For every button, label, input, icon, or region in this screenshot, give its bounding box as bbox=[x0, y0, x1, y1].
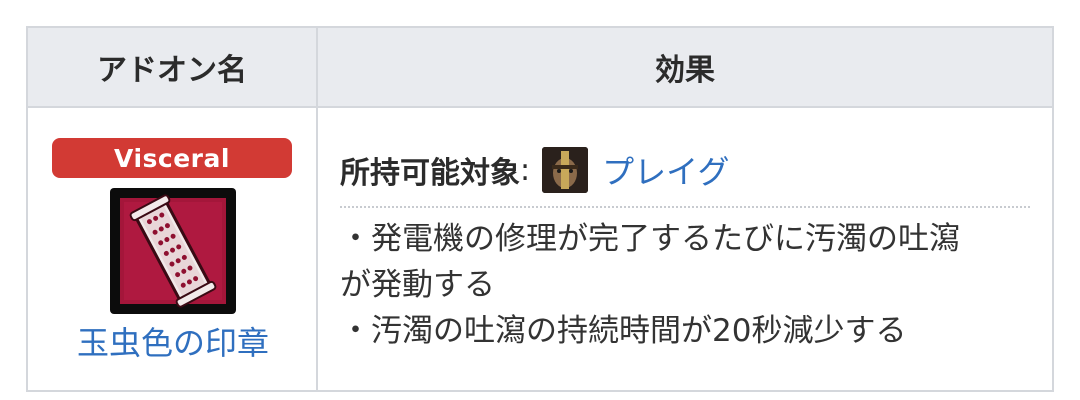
effect-line: ・発電機の修理が完了するたびに汚濁の吐瀉 bbox=[340, 221, 960, 257]
addon-name-cell: Visceral 玉虫色の印章 bbox=[28, 108, 318, 390]
header-effect: 効果 bbox=[318, 28, 1052, 108]
plague-portrait-icon[interactable] bbox=[542, 147, 589, 193]
effects-list: ・発電機の修理が完了するたびに汚濁の吐瀉 が発動する ・汚濁の吐瀉の持続時間が2… bbox=[340, 216, 1030, 354]
rarity-badge: Visceral bbox=[52, 138, 292, 178]
portrait-graphic bbox=[542, 147, 589, 193]
effect-line: が発動する bbox=[340, 267, 495, 303]
effect-cell: 所持可能対象 : プレイグ ・発電機の修理が完了するたびに汚濁の吐瀉 が発動する… bbox=[318, 108, 1052, 390]
addon-icon-graphic bbox=[120, 194, 226, 308]
owner-line: 所持可能対象 : プレイグ bbox=[340, 142, 1030, 208]
header-addon-name: アドオン名 bbox=[28, 28, 318, 108]
effect-line: ・汚濁の吐瀉の持続時間が20秒減少する bbox=[340, 313, 907, 349]
killer-link[interactable]: プレイグ bbox=[602, 147, 729, 193]
addon-name-link[interactable]: 玉虫色の印章 bbox=[28, 318, 318, 364]
owner-label: 所持可能対象 bbox=[340, 156, 520, 191]
iridescent-seal-addon-icon[interactable] bbox=[110, 188, 236, 314]
addon-table: アドオン名 効果 Visceral 玉虫色の印章 所持可能対象: プレイグ ・… bbox=[26, 26, 1054, 392]
owner-colon: : bbox=[520, 152, 531, 188]
